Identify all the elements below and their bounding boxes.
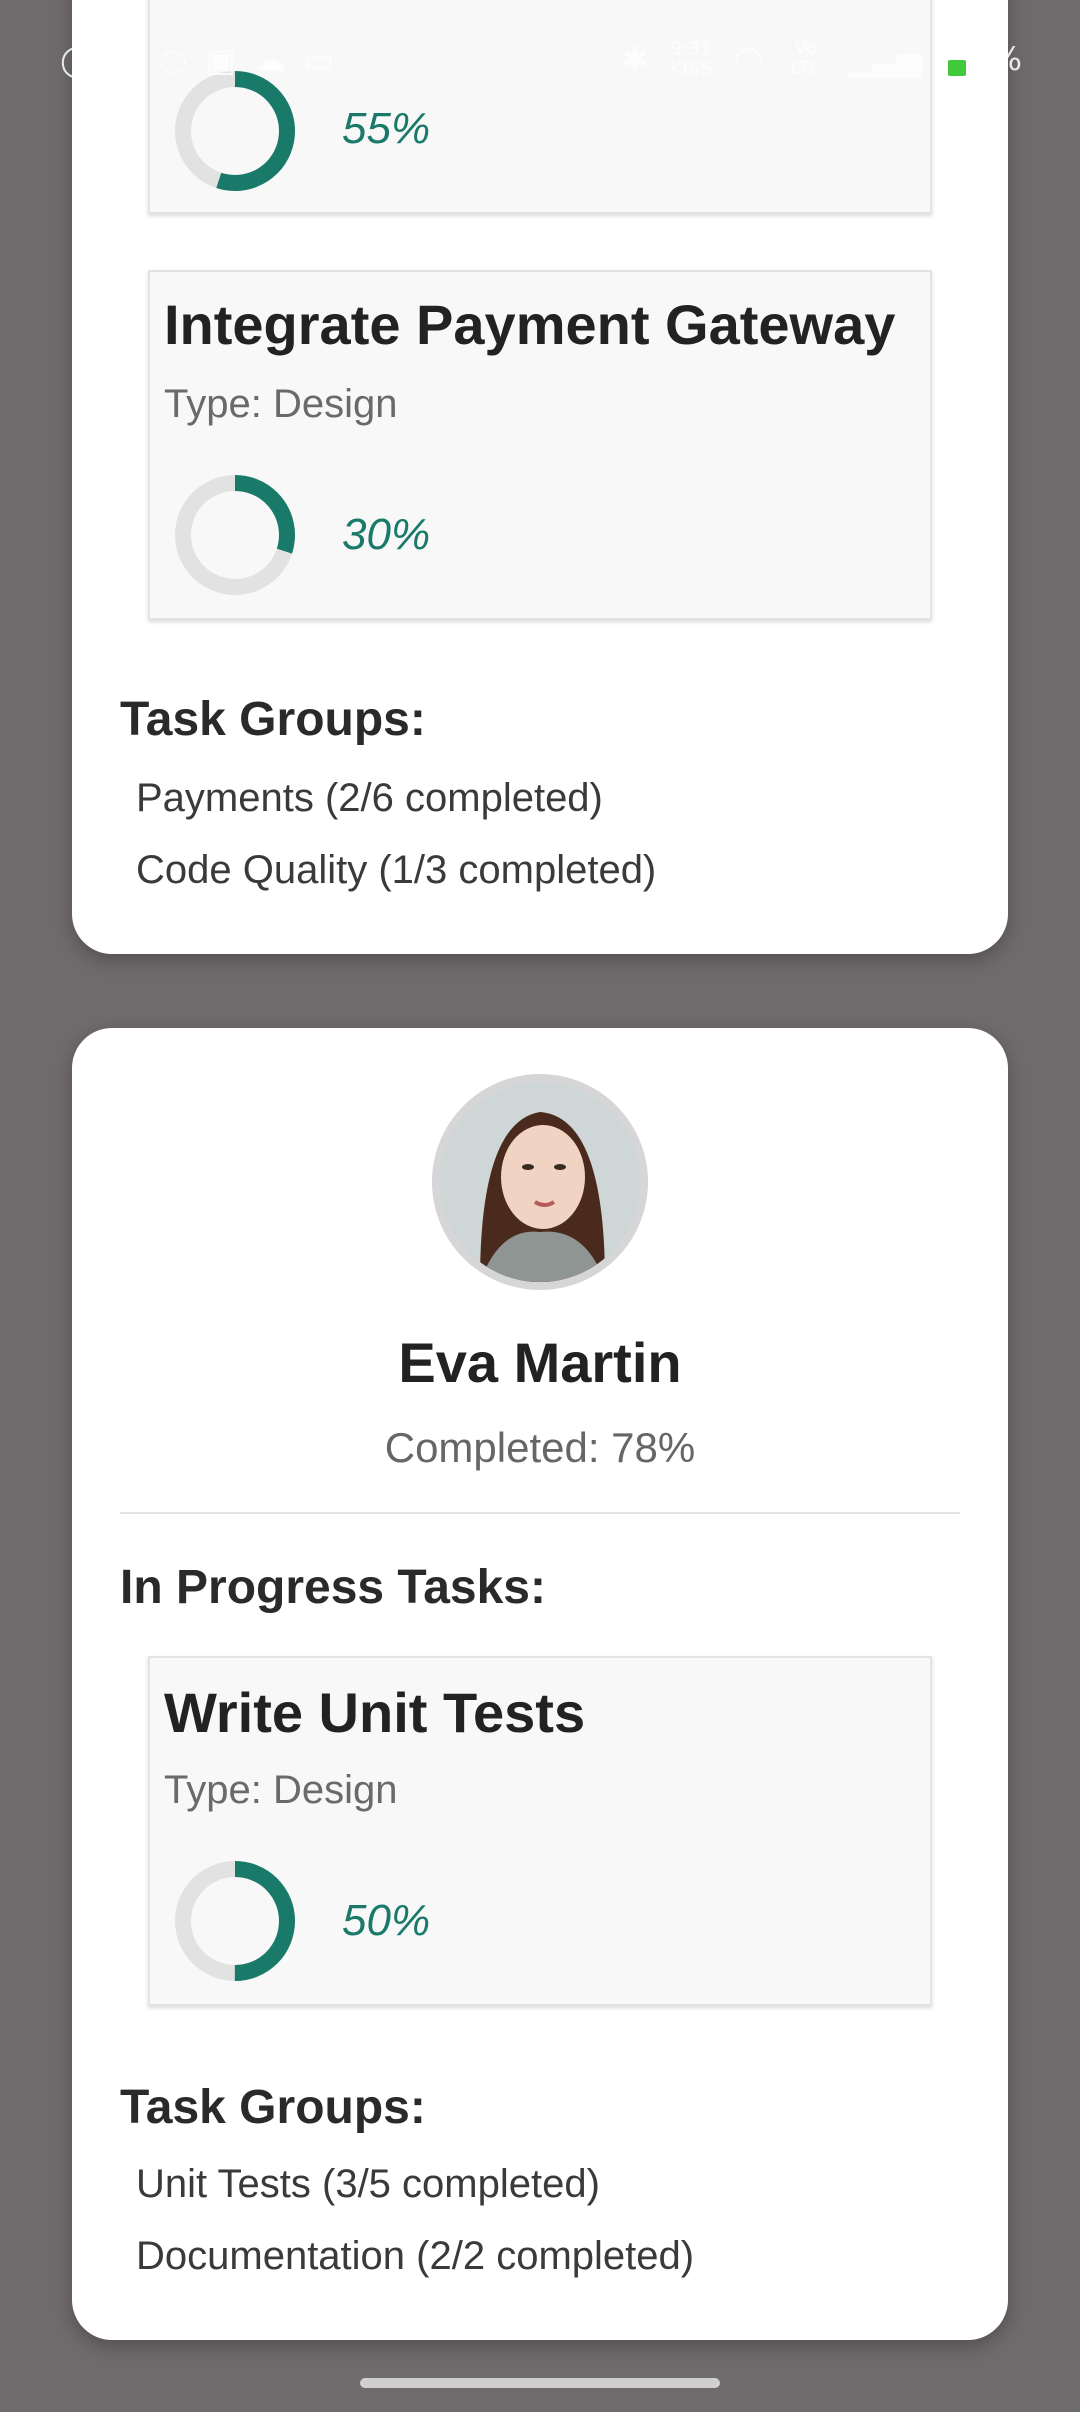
member-card: Eva Martin Completed: 78% In Progress Ta… xyxy=(72,1028,1008,2340)
calendar-icon: ▭ xyxy=(303,41,335,79)
task-groups-label: Task Groups: xyxy=(120,2081,426,2134)
task-group-item: Payments (2/6 completed) xyxy=(136,776,603,820)
status-icons-right: ✱ 9:31 KB/S ◠ Vo LTE ▁▃▅ % xyxy=(622,38,1022,80)
network-speed: 9:31 KB/S xyxy=(670,38,713,79)
signal-icon: ▁▃▅ xyxy=(847,40,922,78)
avatar xyxy=(432,1074,648,1290)
cloud-icon: ☁ xyxy=(253,41,286,79)
home-indicator[interactable] xyxy=(360,2378,720,2388)
whatsapp-icon: ◌ xyxy=(159,41,188,79)
notification-icon: ◯ xyxy=(60,41,96,79)
task-card[interactable]: Write Unit Tests Type: Design 50% xyxy=(148,1656,932,2006)
status-bar: ◯ ◔ ◌ ▣ ☁ ▭ ✱ 9:31 KB/S ◠ Vo LTE ▁▃▅ % xyxy=(0,0,1080,90)
task-groups-label: Task Groups: xyxy=(120,693,426,746)
task-group-item: Code Quality (1/3 completed) xyxy=(136,848,657,892)
completion-text: Completed: 78% xyxy=(384,1424,696,1471)
battery-icon xyxy=(943,38,970,80)
task-group-item: Documentation (2/2 completed) xyxy=(136,2234,695,2278)
teams-icon: ▣ xyxy=(205,41,236,79)
task-percent: 50% xyxy=(342,1896,431,1945)
bluetooth-icon: ✱ xyxy=(621,40,649,78)
alarm-icon: ◔ xyxy=(113,41,142,79)
wifi-icon: ◠ xyxy=(734,39,764,79)
task-title: Write Unit Tests xyxy=(164,1681,586,1744)
progress-ring xyxy=(175,1861,295,1981)
task-type: Type: Design xyxy=(164,382,398,426)
member-card-previous: 55% Integrate Payment Gateway Type: Desi… xyxy=(72,0,1008,954)
member-name: Eva Martin xyxy=(398,1331,682,1394)
divider xyxy=(120,1512,960,1514)
task-group-item: Unit Tests (3/5 completed) xyxy=(136,2162,600,2206)
task-type: Type: Design xyxy=(164,1768,398,1812)
volte-label: Vo LTE xyxy=(790,38,821,79)
task-title: Integrate Payment Gateway xyxy=(164,293,896,356)
task-card[interactable]: Integrate Payment Gateway Type: Design 3… xyxy=(148,270,932,620)
status-icons-left: ◯ ◔ ◌ ▣ ☁ ▭ xyxy=(60,40,334,80)
task-percent: 55% xyxy=(342,104,431,153)
avatar-photo xyxy=(440,1082,640,1282)
in-progress-label: In Progress Tasks: xyxy=(120,1561,546,1614)
task-percent: 30% xyxy=(342,510,431,559)
progress-ring xyxy=(175,475,295,595)
battery-percent: % xyxy=(991,40,1022,78)
